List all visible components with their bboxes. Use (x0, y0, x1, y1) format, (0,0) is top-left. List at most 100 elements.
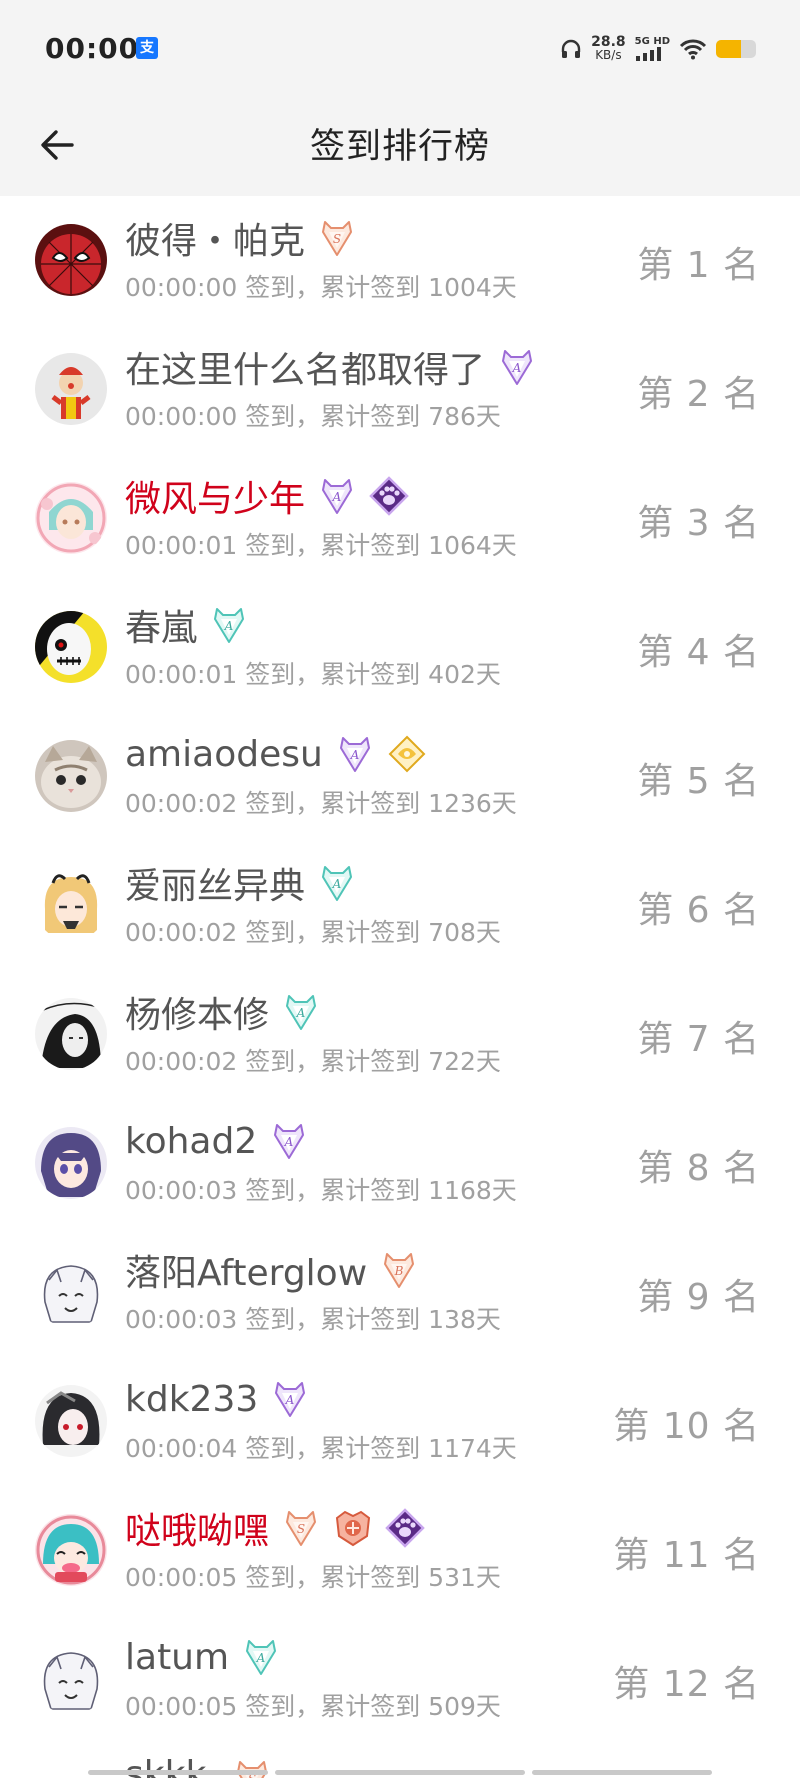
rank-label: 第 11 名 (613, 1535, 760, 1576)
name-line: 哒哦呦嘿 S (125, 1506, 425, 1552)
name-line: kdk233 A (125, 1377, 310, 1421)
rank-label: 第 10 名 (613, 1406, 760, 1447)
badge-a-teal-icon: A (241, 1637, 281, 1677)
avatar[interactable] (35, 1514, 107, 1586)
name-line: 落阳Afterglow B (125, 1248, 419, 1294)
avatar[interactable] (35, 1256, 107, 1328)
user-name[interactable]: 哒哦呦嘿 (125, 1502, 269, 1554)
badge-gold-icon (387, 734, 427, 774)
checkin-info: 00:00:05 签到，累计签到 531天 (125, 1563, 501, 1592)
list-item[interactable]: 春嵐 A 00:00:01 签到，累计签到 402天第 4 名 (0, 583, 800, 712)
name-line: 彼得・帕克 S (125, 216, 357, 262)
list-item[interactable]: 杨修本修 A 00:00:02 签到，累计签到 722天第 7 名 (0, 970, 800, 1099)
rank-label: 第 1 名 (637, 245, 760, 286)
signal-group: 5G HD (635, 37, 670, 61)
badge-paw-icon (385, 1508, 425, 1548)
user-name[interactable]: 微风与少年 (125, 470, 305, 522)
list-item[interactable]: 哒哦呦嘿 S 00:00:05 签到，累计签到 531天第 11 名 (0, 1486, 800, 1615)
header: 签到排行榜 (0, 98, 800, 196)
svg-text:A: A (284, 1135, 294, 1149)
alipay-icon: 支 (136, 37, 158, 59)
ranking-list: 彼得・帕克 S 00:00:00 签到，累计签到 1004天第 1 名在这里什么名都… (0, 196, 800, 1744)
avatar[interactable] (35, 353, 107, 425)
avatar[interactable] (35, 611, 107, 683)
badge-b-icon: B (379, 1250, 419, 1290)
badge-a-teal-icon: A (317, 863, 357, 903)
badge-a-purple-icon: A (269, 1121, 309, 1161)
svg-text:A: A (296, 1006, 306, 1020)
headphones-icon (561, 39, 581, 58)
badge-paw-icon (369, 476, 409, 516)
list-item[interactable]: latum A 00:00:05 签到，累计签到 509天 第 12 名 (0, 1615, 800, 1744)
status-time: 00:00 (45, 32, 140, 65)
svg-text:S: S (333, 232, 341, 246)
rank-label: 第 7 名 (637, 1019, 760, 1060)
checkin-info: 00:00:01 签到，累计签到 402天 (125, 660, 501, 689)
svg-text:A: A (256, 1651, 266, 1665)
user-name[interactable]: 落阳Afterglow (125, 1244, 367, 1296)
list-item[interactable]: 微风与少年 A 00:00:01 签到，累计签到 1064天第 3 名 (0, 454, 800, 583)
name-line: 在这里什么名都取得了 A (125, 345, 537, 391)
user-name[interactable]: 杨修本修 (125, 986, 269, 1038)
svg-text:A: A (285, 1393, 295, 1407)
user-name[interactable]: 春嵐 (125, 599, 197, 651)
user-name[interactable]: 彼得・帕克 (125, 212, 305, 264)
rank-label: 第 9 名 (637, 1277, 760, 1318)
name-line: latum A (125, 1635, 281, 1679)
user-name[interactable]: latum (125, 1637, 229, 1678)
list-item[interactable]: 落阳Afterglow B 00:00:03 签到，累计签到 138天第 9 名 (0, 1228, 800, 1357)
badge-a-teal-icon: A (281, 992, 321, 1032)
avatar[interactable] (35, 1127, 107, 1199)
checkin-info: 00:00:04 签到，累计签到 1174天 (125, 1434, 517, 1463)
list-item[interactable]: 彼得・帕克 S 00:00:00 签到，累计签到 1004天第 1 名 (0, 196, 800, 325)
list-item[interactable]: amiaodesu A 00:00:02 签到，累计签到 1236天 第 5 名 (0, 712, 800, 841)
signal-label: 5G HD (634, 36, 670, 47)
avatar[interactable] (35, 869, 107, 941)
battery-icon (716, 40, 756, 58)
checkin-info: 00:00:02 签到，累计签到 722天 (125, 1047, 501, 1076)
rank-label: 第 2 名 (637, 374, 760, 415)
scroll-indicator (532, 1770, 712, 1775)
name-line: 杨修本修 A (125, 990, 321, 1036)
checkin-info: 00:00:01 签到，累计签到 1064天 (125, 531, 517, 560)
badge-s-icon: S (317, 218, 357, 258)
badge-crest-icon (333, 1508, 373, 1548)
scroll-indicator (275, 1770, 525, 1775)
avatar[interactable] (35, 998, 107, 1070)
svg-text:A: A (512, 361, 522, 375)
badge-a-purple-icon: A (270, 1379, 310, 1419)
name-line: 微风与少年 A (125, 474, 409, 520)
rank-label: 第 12 名 (613, 1664, 760, 1705)
list-item[interactable]: kohad2 A 00:00:03 签到，累计签到 1168天 第 8 名 (0, 1099, 800, 1228)
user-name[interactable]: kohad2 (125, 1121, 257, 1162)
user-name[interactable]: 爱丽丝异典 (125, 857, 305, 909)
list-item[interactable]: kdk233 A 00:00:04 签到，累计签到 1174天 第 10 名 (0, 1357, 800, 1486)
user-name[interactable]: 在这里什么名都取得了 (125, 341, 485, 393)
badge-a-purple-icon: A (335, 734, 375, 774)
list-item[interactable]: 在这里什么名都取得了 A 00:00:00 签到，累计签到 786天第 2 名 (0, 325, 800, 454)
avatar[interactable] (35, 1385, 107, 1457)
checkin-info: 00:00:00 签到，累计签到 786天 (125, 402, 501, 431)
checkin-info: 00:00:02 签到，累计签到 1236天 (125, 789, 517, 818)
svg-text:B: B (394, 1264, 404, 1278)
avatar[interactable] (35, 482, 107, 554)
rank-label: 第 6 名 (637, 890, 760, 931)
badge-s-icon: S (281, 1508, 321, 1548)
avatar[interactable] (35, 740, 107, 812)
checkin-info: 00:00:00 签到，累计签到 1004天 (125, 273, 517, 302)
avatar[interactable] (35, 224, 107, 296)
scroll-indicator (88, 1770, 268, 1775)
list-item[interactable]: 爱丽丝异典 A 00:00:02 签到，累计签到 708天 第 6 名 (0, 841, 800, 970)
battery-level (716, 40, 741, 58)
net-speed: 28.8 KB/s (591, 35, 626, 62)
badge-a-purple-icon: A (317, 476, 357, 516)
badge-a-purple-icon: A (497, 347, 537, 387)
avatar[interactable] (35, 1643, 107, 1715)
checkin-info: 00:00:02 签到，累计签到 708天 (125, 918, 501, 947)
name-line: kohad2 A (125, 1119, 309, 1163)
badge-a-teal-icon: A (209, 605, 249, 645)
name-line: amiaodesu A (125, 732, 427, 776)
page-title: 签到排行榜 (309, 127, 490, 167)
user-name[interactable]: kdk233 (125, 1379, 258, 1420)
user-name[interactable]: amiaodesu (125, 734, 323, 775)
